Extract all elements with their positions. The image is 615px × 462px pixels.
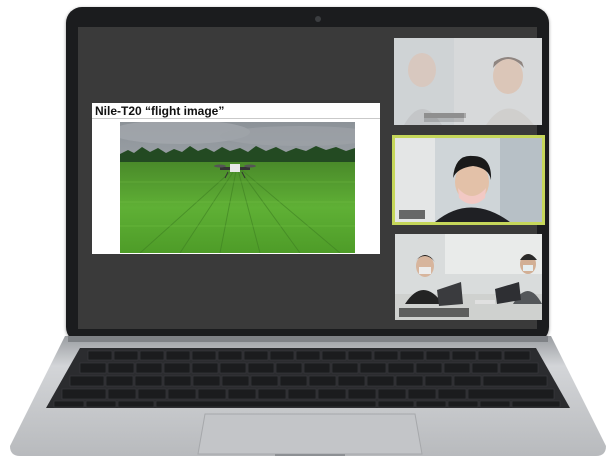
participant-tile-3[interactable]	[395, 234, 542, 320]
slide-title: Nile-T20 “flight image”	[95, 104, 225, 118]
participant-name-tag	[424, 113, 464, 122]
laptop-keyboard-deck	[10, 336, 606, 458]
slide-divider	[92, 118, 380, 119]
webcam-icon	[315, 16, 321, 22]
shared-slide[interactable]: Nile-T20 “flight image”	[92, 103, 380, 254]
participant-name-tag	[399, 210, 425, 219]
participant-tile-2[interactable]	[392, 135, 545, 225]
drone-field-photo	[120, 122, 355, 253]
participant-tile-1[interactable]	[394, 38, 542, 125]
participant-name-tag	[399, 308, 469, 317]
